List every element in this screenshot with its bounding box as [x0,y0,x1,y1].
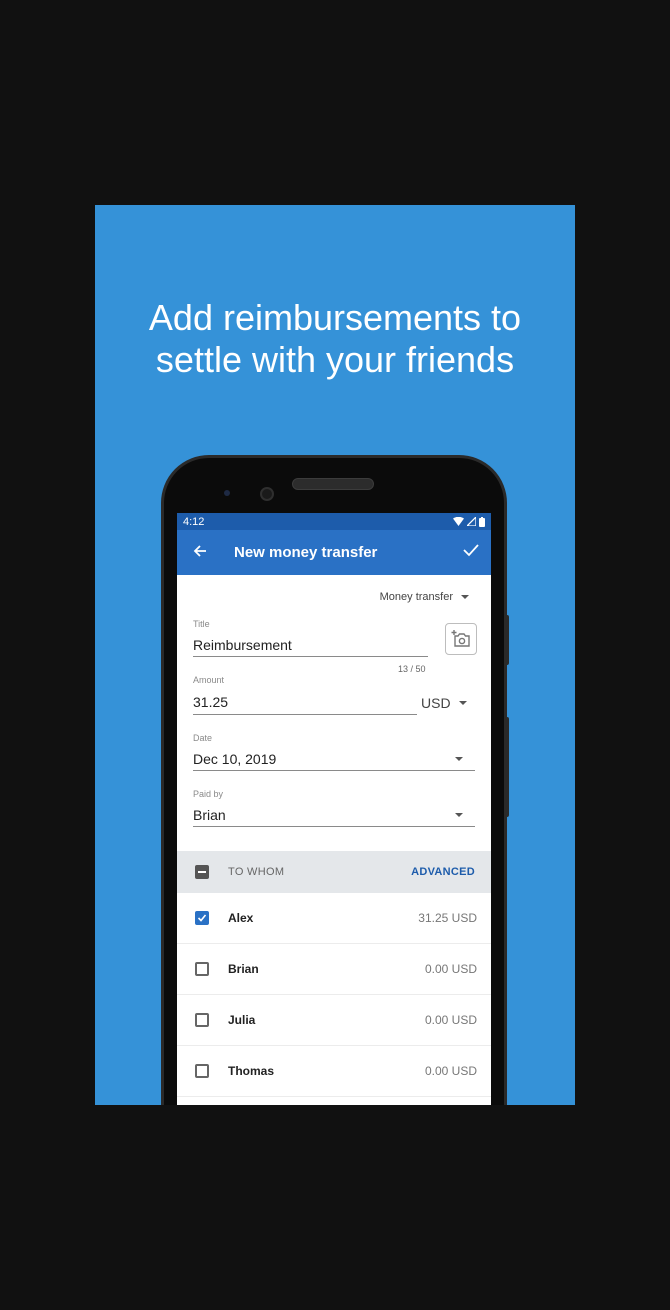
paid-by-label: Paid by [193,789,224,799]
dropdown-caret-icon[interactable] [455,813,463,817]
battery-icon [479,516,485,527]
status-time: 4:12 [183,515,205,528]
person-amount: 0.00 USD [424,1064,477,1078]
headline-line-1: Add reimbursements to [148,297,522,338]
back-button[interactable] [177,542,222,563]
paid-by-input[interactable]: Brian [193,807,226,823]
phone-volume-button [505,717,509,817]
title-underline [193,656,428,657]
signal-icon [467,517,476,526]
phone-speaker [292,478,374,490]
status-bar: 4:12 [177,513,491,530]
dropdown-caret-icon[interactable] [455,757,463,761]
list-item[interactable]: Alex 31.25 USD [177,893,491,944]
arrow-back-icon [193,545,206,557]
date-input[interactable]: Dec 10, 2019 [193,751,276,767]
app-bar-title: New money transfer [234,544,378,561]
transfer-form: Money transfer Title Reimbursement 13 / … [177,575,491,851]
checkbox[interactable] [195,911,209,925]
title-counter: 13 / 50 [398,664,426,674]
check-icon [463,544,479,557]
headline-line-2: settle with your friends [155,339,515,380]
checkbox[interactable] [195,1013,209,1027]
person-name: Alex [228,911,254,925]
save-button[interactable] [451,543,491,562]
currency-value: USD [421,695,451,711]
check-icon [197,914,207,922]
dropdown-caret-icon [458,701,467,705]
add-photo-icon [451,630,470,647]
phone-camera [260,487,274,501]
app-bar: New money transfer [177,530,491,575]
title-label: Title [193,619,210,629]
person-amount: 0.00 USD [424,962,477,976]
person-name: Thomas [228,1064,275,1078]
wifi-icon [453,517,464,526]
transfer-type-dropdown[interactable]: Money transfer [380,591,469,603]
checkbox[interactable] [195,962,209,976]
app-screen: 4:12 New money transfer Money transfer T… [177,513,491,1105]
checkbox[interactable] [195,1064,209,1078]
date-label: Date [193,733,213,743]
paid-by-underline [193,826,475,827]
to-whom-label: TO WHOM [228,866,285,878]
amount-underline [193,714,417,715]
dropdown-caret-icon [461,595,469,599]
list-item[interactable]: Brian 0.00 USD [177,944,491,995]
add-photo-button[interactable] [445,623,477,655]
list-item[interactable]: Thomas 0.00 USD [177,1046,491,1097]
promo-panel: Add reimbursements to settle with your f… [95,205,575,1105]
select-all-checkbox[interactable] [195,865,209,879]
person-name: Brian [228,962,259,976]
date-underline [193,770,475,771]
advanced-button[interactable]: ADVANCED [411,866,475,878]
person-amount: 0.00 USD [424,1013,477,1027]
person-amount: 31.25 USD [418,911,477,925]
list-item[interactable]: Julia 0.00 USD [177,995,491,1046]
phone-sensor [224,490,230,496]
phone-power-button [505,615,509,665]
status-icons [453,516,485,527]
transfer-type-value: Money transfer [379,591,453,603]
title-input[interactable]: Reimbursement [193,637,292,653]
person-name: Julia [228,1013,256,1027]
to-whom-header: TO WHOM ADVANCED [177,851,491,893]
promo-headline: Add reimbursements to settle with your f… [95,297,575,381]
currency-dropdown[interactable]: USD [421,695,467,711]
amount-input[interactable]: 31.25 [193,694,228,710]
amount-label: Amount [193,675,225,685]
